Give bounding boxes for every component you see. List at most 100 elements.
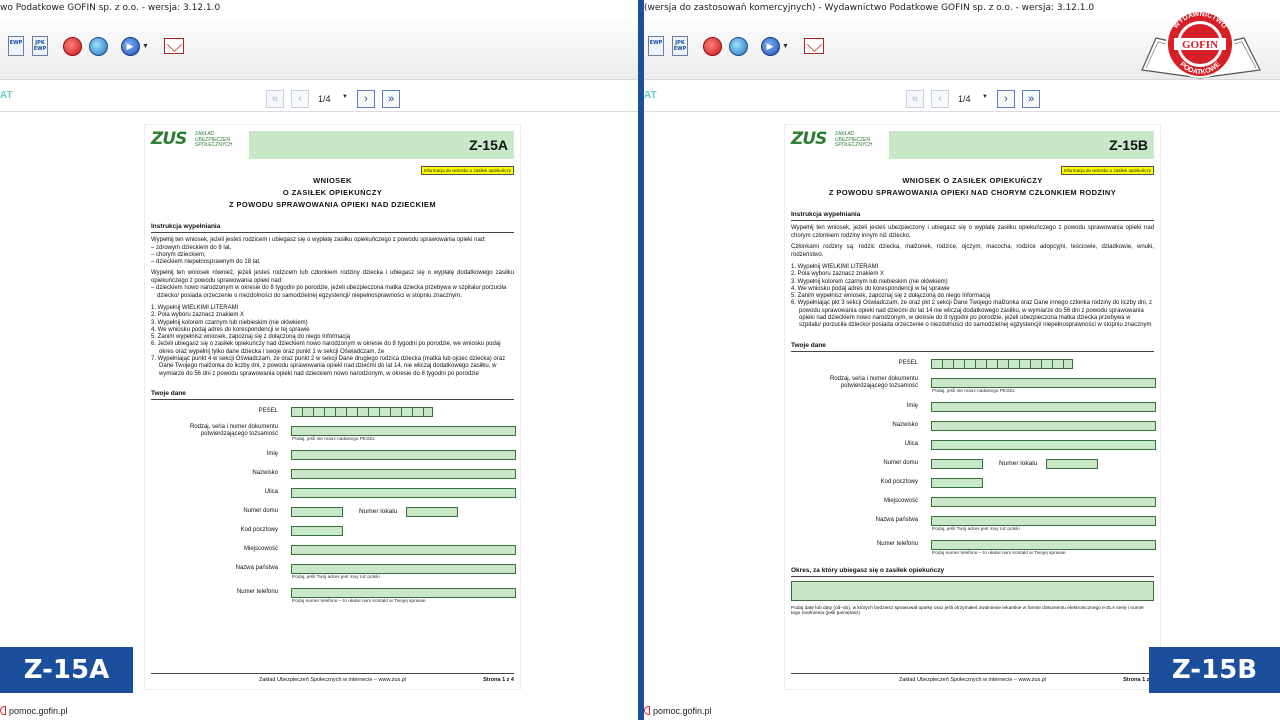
page-indicator[interactable]: 1/4 [318,94,331,104]
last-name-field[interactable] [931,420,1156,431]
info-tag[interactable]: Informacja do wniosku o zasiłek opiekuńc… [1060,166,1154,175]
last-name-field[interactable] [291,468,516,479]
page-select-caret-icon[interactable]: ▼ [342,94,348,100]
page-indicator[interactable]: 1/4 [958,94,971,104]
your-data-heading: Twoje dane [151,390,514,400]
ulica-row: Ulica [791,437,1156,456]
form-badge: Z-15A [0,647,133,693]
mail-icon [804,38,824,54]
document-viewer[interactable]: ZUS ZAKŁAD UBEZPIECZEŃ SPOŁECZNYCH Z-15A I… [0,113,638,705]
period-field[interactable] [791,580,1154,601]
house-number-field[interactable] [291,506,343,517]
jpk-ewp-button[interactable]: JPK EWP [30,36,50,56]
first-page-button[interactable]: « [266,90,284,108]
page-select-caret-icon[interactable]: ▼ [982,94,988,100]
flat-number-field[interactable] [1046,458,1098,469]
last-page-button[interactable]: » [382,90,400,108]
numer-domu-row: Numer domu Numer lokalu [151,504,514,523]
postal-code-field[interactable] [931,477,983,488]
document-viewer[interactable]: ZUS ZAKŁAD UBEZPIECZEŃ SPOŁECZNYCH Z-15B I… [644,113,1280,705]
instructions-heading: Instrukcja wypełniania [151,223,514,233]
play-button[interactable]: ▶ [120,36,140,56]
postal-code-field[interactable] [291,525,343,536]
your-data-heading: Twoje dane [791,342,1154,352]
footer-text[interactable]: Zakład Ubezpieczeń Społecznych w interne… [791,677,1154,683]
instruction-steps: 1. Wypełnij WIELKIMI LITERAMI 2. Pola wy… [791,264,1153,329]
imie-row: Imię [791,399,1156,418]
pesel-field[interactable] [931,358,1073,369]
your-data-fields: PESEL Rodzaj, seria i numer dokumentu po… [791,356,1156,561]
prev-page-button[interactable]: ‹ [931,90,949,108]
id-doc-field[interactable] [291,425,516,436]
period-heading: Okres, za który ubiegasz się o zasiłek o… [791,567,1154,577]
zus-org-name: ZAKŁAD UBEZPIECZEŃ SPOŁECZNYCH [835,131,873,148]
street-field[interactable] [931,439,1156,450]
phone-field[interactable] [931,539,1156,550]
phone-field[interactable] [291,587,516,598]
id-doc-row: Rodzaj, seria i numer dokumentu potwierd… [791,375,1156,399]
pesel-field[interactable] [291,406,433,417]
instructions-para1: Wypełnij ten wniosek, jeżeli jesteś ubez… [791,225,1154,239]
first-page-button[interactable]: « [906,90,924,108]
right-window: (wersja do zastosowań komercyjnych) - Wy… [644,0,1280,720]
instructions-para2: Członkami rodziny są: rodzic dziecka, ma… [791,244,1154,258]
ewp-icon: EWP [8,36,24,56]
toolbar: EWP JPK EWP ▶ ▼ [0,18,638,80]
play-button[interactable]: ▶ [760,36,780,56]
first-name-field[interactable] [931,401,1156,412]
page-number: Strona 1 z 4 [483,677,514,683]
id-doc-field[interactable] [931,377,1156,388]
flat-number-field[interactable] [406,506,458,517]
street-field[interactable] [291,487,516,498]
country-field[interactable] [291,563,516,574]
side-mark: AT [644,90,657,101]
prev-page-button[interactable]: ‹ [291,90,309,108]
footer-text[interactable]: Zakład Ubezpieczeń Społecznych w interne… [151,677,514,683]
para2-item: – dzieckiem nowo narodzonym w okresie do… [151,285,507,299]
telefon-row: Numer telefonu Podaj numer telefonu – to … [791,537,1156,561]
window-title: wo Podatkowe GOFIN sp. z o.o. - wersja: … [0,3,221,13]
form-badge: Z-15B [1149,647,1280,693]
city-field[interactable] [931,496,1156,507]
mail-button[interactable] [164,36,184,56]
status-bar: pomoc.gofin.pl [644,704,1280,720]
pesel-row: PESEL [791,356,1154,375]
globe-button[interactable] [728,36,748,56]
info-tag[interactable]: Informacja do wniosku o zasiłek opiekuńc… [420,166,514,175]
status-icon [644,706,650,715]
next-page-button[interactable]: › [357,90,375,108]
house-number-field[interactable] [931,458,983,469]
next-page-button[interactable]: › [997,90,1015,108]
instructions-heading: Instrukcja wypełniania [791,211,1154,221]
play-icon: ▶ [120,36,140,56]
gofin-logo: WYDAWNICTWO PODATKOWE GOFIN [1141,10,1261,79]
telefon-row: Numer telefonu Podaj numer telefonu – to … [151,585,516,609]
form-code: Z-15B [1109,137,1148,153]
miejscowosc-row: Miejscowość [151,542,516,561]
red-action-button[interactable] [702,36,722,56]
instructions-para1: Wypełnij ten wniosek, jeżeli jesteś rodz… [151,237,486,243]
last-page-button[interactable]: » [1022,90,1040,108]
ewp-button[interactable]: EWP [646,36,666,56]
play-dropdown-caret-icon[interactable]: ▼ [142,43,149,50]
ewp-button[interactable]: EWP [6,36,26,56]
jpk-ewp-button[interactable]: JPK EWP [670,36,690,56]
imie-row: Imię [151,447,516,466]
period-hint: Podaj datę lub daty (od–do), w których b… [791,605,1145,617]
period-row [791,580,1154,605]
status-text[interactable]: pomoc.gofin.pl [9,706,68,716]
globe-button[interactable] [88,36,108,56]
id-doc-row: Rodzaj, seria i numer dokumentu potwierd… [151,423,516,447]
zus-org-name: ZAKŁAD UBEZPIECZEŃ SPOŁECZNYCH [195,131,233,148]
mail-button[interactable] [804,36,824,56]
mail-icon [164,38,184,54]
status-text[interactable]: pomoc.gofin.pl [653,706,712,716]
play-dropdown-caret-icon[interactable]: ▼ [782,43,789,50]
city-field[interactable] [291,544,516,555]
country-field[interactable] [931,515,1156,526]
red-action-button[interactable] [62,36,82,56]
kod-row: Kod pocztowy [151,523,514,542]
first-name-field[interactable] [291,449,516,460]
form-footer: Zakład Ubezpieczeń Społecznych w interne… [151,673,514,687]
globe-icon [88,36,108,56]
